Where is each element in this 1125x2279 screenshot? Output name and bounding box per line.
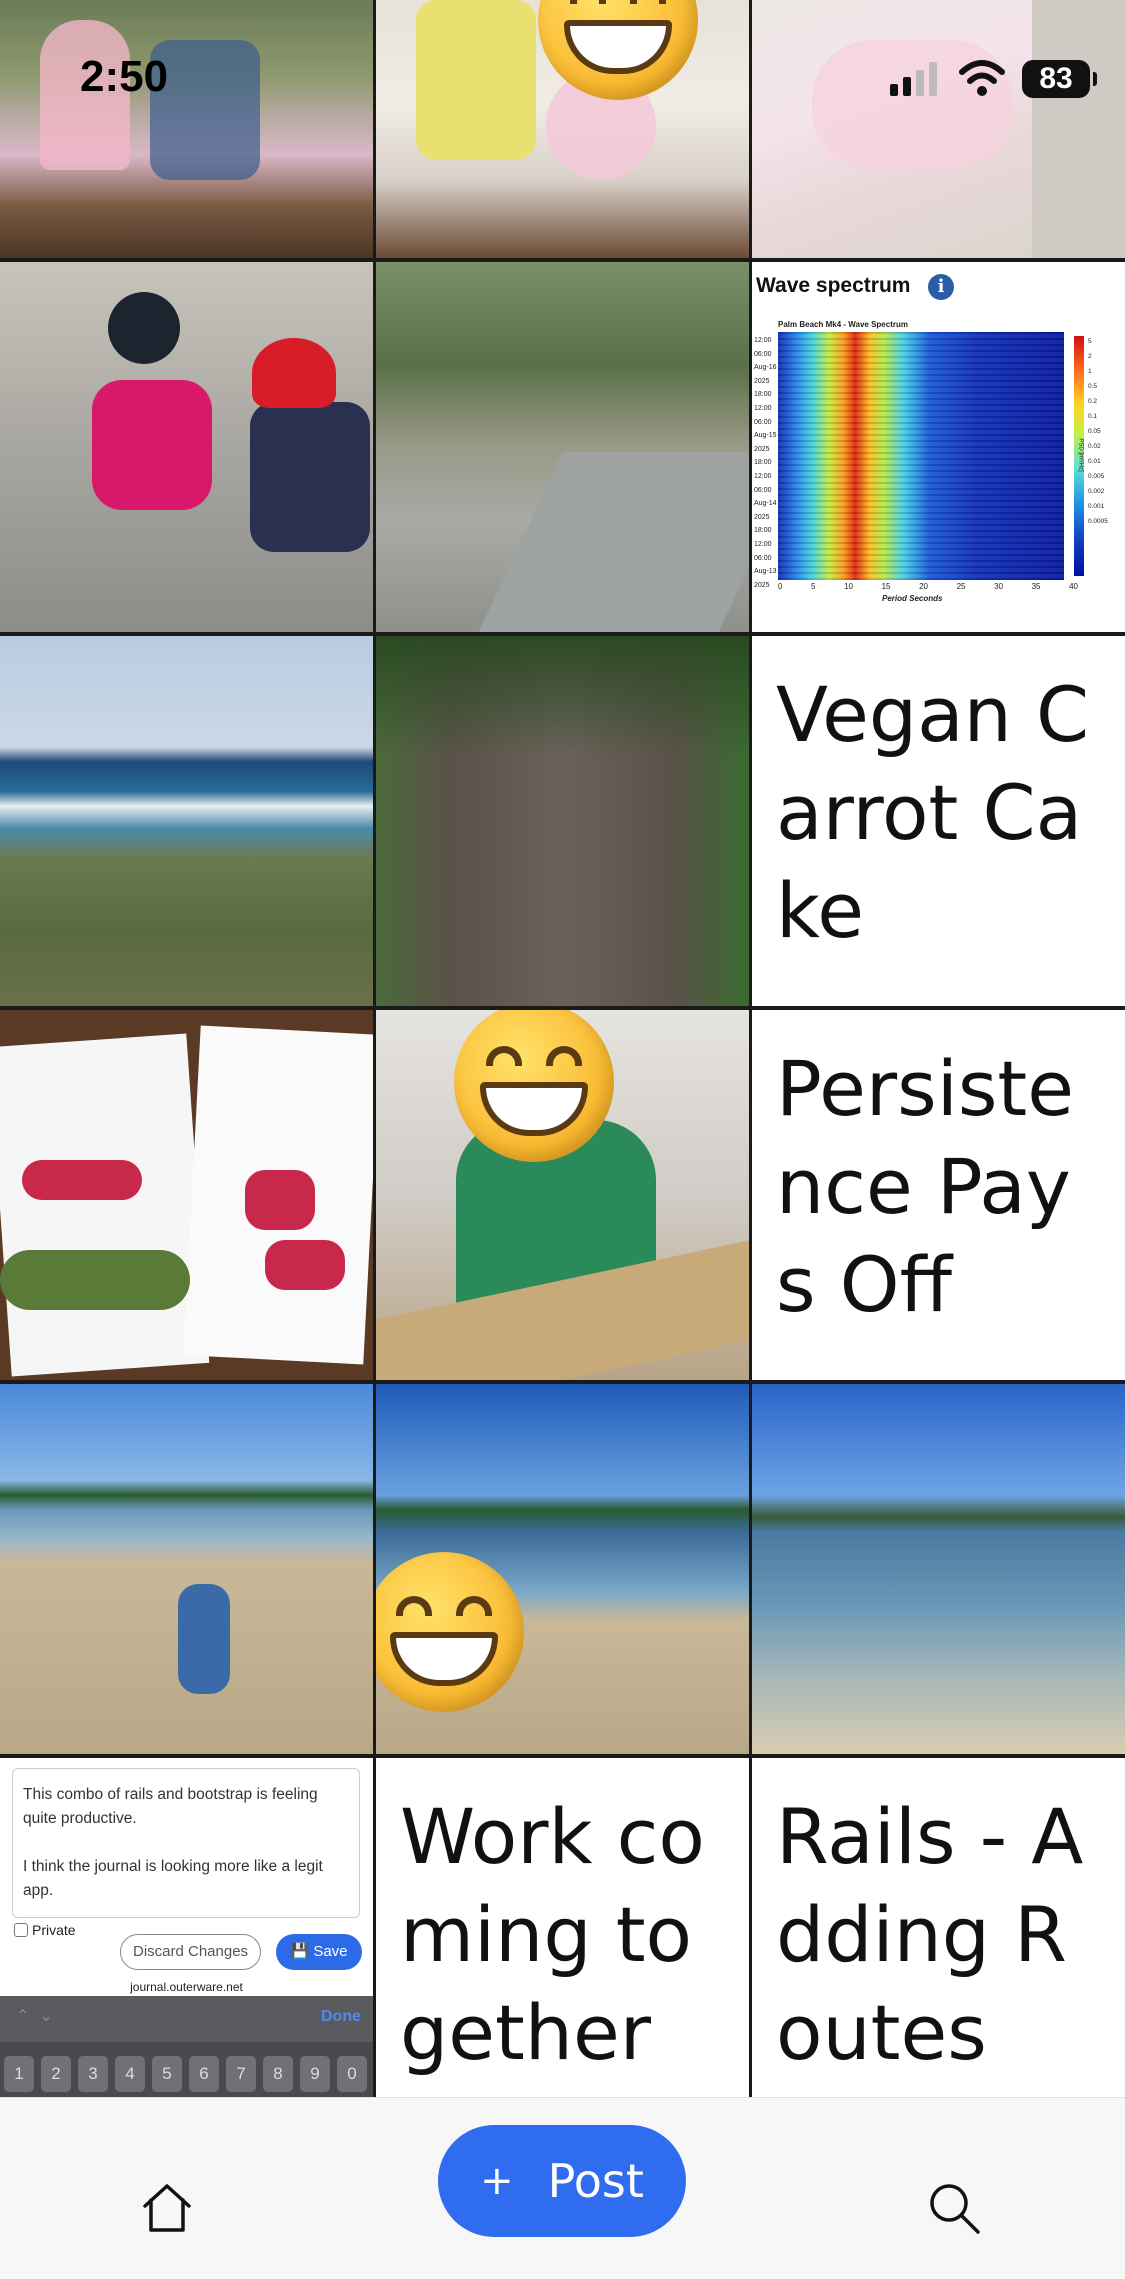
bottom-nav: + Post	[0, 2097, 1125, 2279]
photo-tile-balance-bikes[interactable]	[0, 262, 373, 632]
post-grid: Wave spectrum i Palm Beach Mk4 - Wave Sp…	[0, 0, 1125, 2097]
photo-tile-green-jacket[interactable]	[376, 1010, 749, 1380]
post-title: Work coming together	[400, 1792, 705, 2077]
journal-textarea: This combo of rails and bootstrap is fee…	[12, 1768, 360, 1918]
post-tile-rails-adding-routes[interactable]: Rails - Adding Routes	[752, 1758, 1125, 2097]
wave-colorbar-unit: PSD [m²/Hz]	[1077, 438, 1084, 472]
journal-form-screenshot-tile[interactable]: This combo of rails and bootstrap is fee…	[0, 1758, 373, 2097]
post-button-label: Post	[547, 2154, 644, 2208]
wave-x-ticks: 0 5 10 15 20 25 30 35 40	[778, 582, 1078, 591]
post-tile-persistence-pays-off[interactable]: Persistence Pays Off	[752, 1010, 1125, 1380]
post-button[interactable]: + Post	[438, 2125, 686, 2237]
home-icon[interactable]	[137, 2178, 197, 2238]
private-checkbox: Private	[14, 1922, 76, 1938]
wave-spectrum-heatmap	[778, 332, 1064, 580]
post-title: Vegan Carrot Cake	[776, 670, 1090, 955]
photo-tile-beach-surf[interactable]	[0, 636, 373, 1006]
photo-tile-wet-path[interactable]	[376, 636, 749, 1006]
save-button: 💾 Save	[276, 1934, 362, 1970]
photo-tile-beach-river[interactable]	[376, 1384, 749, 1754]
photo-tile-kids-couch[interactable]	[376, 0, 749, 258]
wave-y-ticks: 12:00 06:00 Aug-16 2025 18:00 12:00 06:00 Au…	[754, 337, 777, 589]
search-icon[interactable]	[924, 2178, 984, 2238]
post-tile-vegan-carrot-cake[interactable]: Vegan Carrot Cake	[752, 636, 1125, 1006]
discard-changes-button: Discard Changes	[120, 1934, 262, 1970]
wave-colorbar-ticks: 521 0.5 0.2 0.1 0.05 0.02 0.01 0.005 0.002 0.0…	[1088, 338, 1108, 525]
post-tile-work-coming-together[interactable]: Work coming together	[376, 1758, 749, 2097]
photo-tile-bike-path[interactable]	[376, 262, 749, 632]
wave-spectrum-title: Wave spectrum	[756, 274, 911, 297]
photo-tile-river-mouth[interactable]	[752, 1384, 1125, 1754]
photo-tile-kids-porch[interactable]	[0, 0, 373, 258]
checkbox-icon	[14, 1923, 28, 1937]
journal-url: journal.outerware.net	[130, 1980, 243, 1994]
wave-x-label: Period Seconds	[882, 594, 943, 603]
plus-icon: +	[480, 2158, 514, 2204]
floppy-disk-icon: 💾	[290, 1943, 314, 1960]
post-title: Rails - Adding Routes	[776, 1792, 1084, 2077]
keyboard-accessory-bar: ⌃⌄ Done	[0, 1996, 373, 2042]
info-icon[interactable]: i	[928, 274, 954, 300]
post-title: Persistence Pays Off	[776, 1044, 1074, 1329]
photo-tile-leaf-faces[interactable]	[0, 1010, 373, 1380]
photo-tile-beach-child[interactable]	[0, 1384, 373, 1754]
photo-tile-child-sofa[interactable]	[752, 0, 1125, 258]
keyboard-number-row: 12 34 56 78 90	[0, 2042, 373, 2097]
done-button: Done	[321, 2008, 361, 2025]
chevron-up-down-icon: ⌃⌄	[16, 2008, 63, 2025]
wave-spectrum-subtitle: Palm Beach Mk4 - Wave Spectrum	[778, 320, 908, 329]
wave-spectrum-tile[interactable]: Wave spectrum i Palm Beach Mk4 - Wave Sp…	[752, 262, 1125, 632]
